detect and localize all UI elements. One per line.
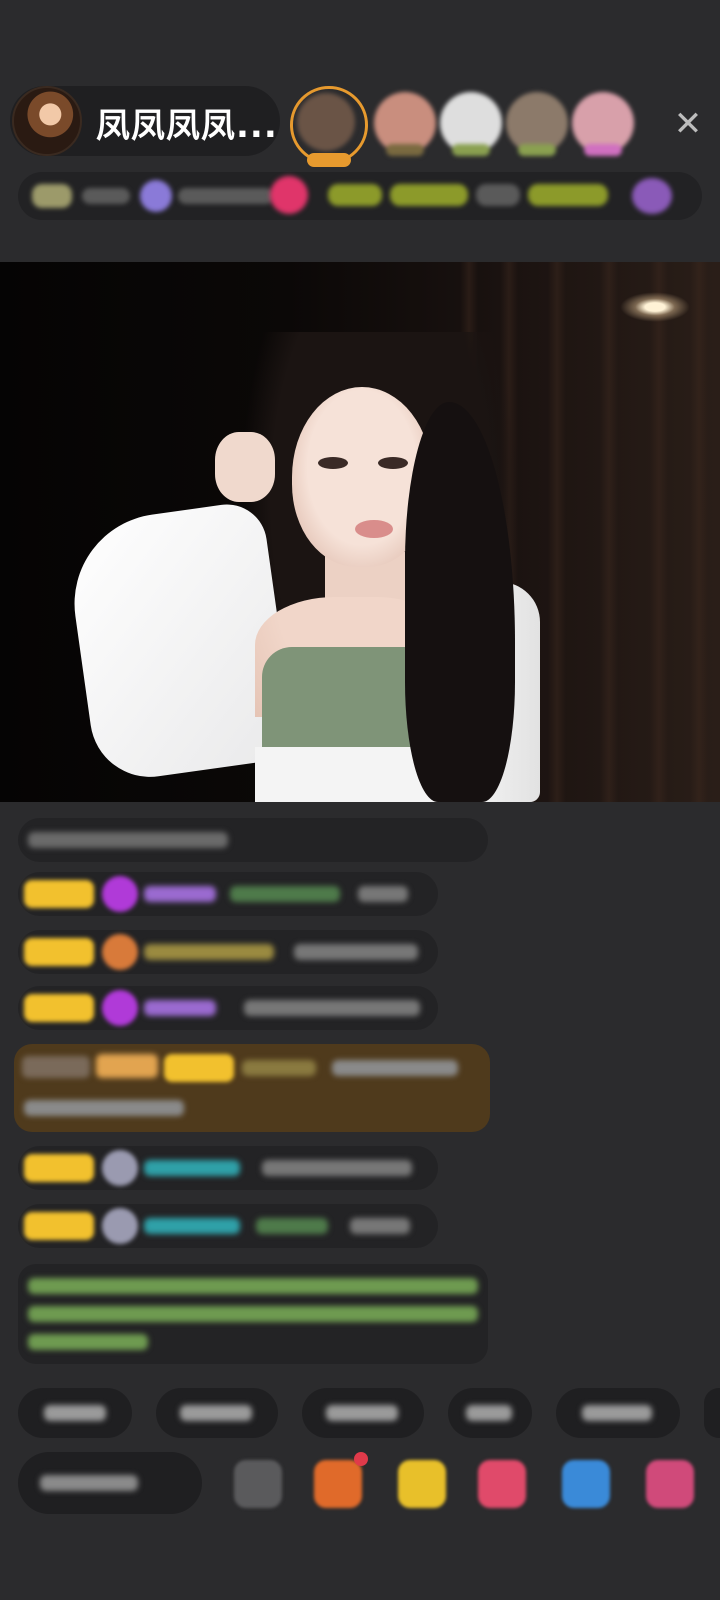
- chat-text: [294, 944, 418, 960]
- chat-text: [262, 1160, 412, 1176]
- curtain-fold: [650, 262, 668, 802]
- chat-text: [244, 1000, 420, 1016]
- chip-text: [180, 1405, 252, 1421]
- streamer-lips: [355, 520, 393, 538]
- quick-reply-chip[interactable]: [156, 1388, 278, 1438]
- activity-tag-1[interactable]: [328, 184, 382, 206]
- hot-rank-icon: [32, 184, 72, 208]
- close-icon[interactable]: ✕: [668, 104, 708, 144]
- username[interactable]: [242, 1060, 316, 1076]
- level-badge: [24, 938, 94, 966]
- emoji-icon[interactable]: [234, 1460, 282, 1508]
- username[interactable]: [144, 1160, 240, 1176]
- quick-reply-chip[interactable]: [704, 1388, 720, 1438]
- activity-tag-3[interactable]: [476, 184, 520, 206]
- chat-message[interactable]: [18, 1146, 438, 1190]
- username[interactable]: [144, 944, 274, 960]
- notification-dot: [354, 1452, 368, 1466]
- live-video-stream[interactable]: [0, 262, 720, 802]
- chip-text: [326, 1405, 398, 1421]
- chat-text: [332, 1060, 458, 1076]
- chat-text: [256, 1218, 328, 1234]
- membership-tag: [96, 1054, 158, 1078]
- curtain-fold: [690, 262, 708, 802]
- announcement-text: [28, 1334, 148, 1350]
- red-packet-icon[interactable]: [478, 1460, 526, 1508]
- fan-badge-icon: [102, 934, 138, 970]
- shop-icon[interactable]: [314, 1460, 362, 1508]
- room-stats-bar[interactable]: [18, 172, 702, 220]
- top-viewer-4[interactable]: [506, 92, 568, 156]
- chat-message-highlight[interactable]: [14, 1044, 490, 1132]
- comment-input[interactable]: [18, 1452, 202, 1514]
- top-viewer-1[interactable]: [290, 86, 368, 167]
- username[interactable]: [144, 1000, 216, 1016]
- top-viewer-2[interactable]: [374, 92, 436, 156]
- top-viewer-3[interactable]: [440, 92, 502, 156]
- streamer-eye-right: [378, 457, 408, 469]
- curtain-fold: [548, 262, 566, 802]
- top-viewer-5[interactable]: [572, 92, 634, 156]
- activity-tag-2[interactable]: [390, 184, 468, 206]
- stage-lamp: [620, 292, 690, 322]
- game-icon[interactable]: [562, 1460, 610, 1508]
- level-badge: [24, 880, 94, 908]
- avatar-icon: [102, 1150, 138, 1186]
- gift-bag-icon[interactable]: [398, 1460, 446, 1508]
- gift-icon[interactable]: [646, 1460, 694, 1508]
- streamer-hand: [215, 432, 275, 502]
- notice-text: [28, 832, 228, 848]
- quick-reply-chip[interactable]: [556, 1388, 680, 1438]
- announcement-text: [28, 1306, 478, 1322]
- chip-text: [44, 1405, 106, 1421]
- more-icon[interactable]: [632, 178, 672, 214]
- host-avatar[interactable]: [12, 86, 82, 156]
- announcement-text: [28, 1278, 478, 1294]
- chat-text: [358, 886, 408, 902]
- chip-text: [466, 1405, 512, 1421]
- diamond-icon: [102, 876, 138, 912]
- level-badge: [24, 994, 94, 1022]
- quick-reply-chip[interactable]: [18, 1388, 132, 1438]
- stat-text-1: [82, 188, 130, 204]
- streamer-eye-left: [318, 457, 348, 469]
- fan-club-icon: [140, 180, 172, 212]
- username[interactable]: [144, 1218, 240, 1234]
- stat-text-2: [178, 188, 274, 204]
- username[interactable]: [144, 886, 216, 902]
- quick-reply-chip[interactable]: [448, 1388, 532, 1438]
- chat-message[interactable]: [18, 986, 438, 1030]
- gift-ranking-icon[interactable]: [270, 176, 308, 214]
- chip-text: [582, 1405, 652, 1421]
- host-name[interactable]: 凤凤凤凤...: [96, 98, 278, 147]
- membership-tag: [22, 1056, 90, 1078]
- chat-message[interactable]: [18, 872, 438, 916]
- avatar-icon: [102, 1208, 138, 1244]
- curtain-fold: [600, 262, 618, 802]
- system-announcement: [18, 1264, 488, 1364]
- activity-tag-4[interactable]: [528, 184, 608, 206]
- quick-reply-chip[interactable]: [302, 1388, 424, 1438]
- level-badge: [164, 1054, 234, 1082]
- chat-text: [230, 886, 340, 902]
- chat-text: [350, 1218, 410, 1234]
- chat-message[interactable]: [18, 930, 438, 974]
- chat-notice: [18, 818, 488, 862]
- comment-placeholder: [40, 1475, 138, 1491]
- level-badge: [24, 1212, 94, 1240]
- chat-text: [24, 1100, 184, 1116]
- diamond-icon: [102, 990, 138, 1026]
- level-badge: [24, 1154, 94, 1182]
- chat-message[interactable]: [18, 1204, 438, 1248]
